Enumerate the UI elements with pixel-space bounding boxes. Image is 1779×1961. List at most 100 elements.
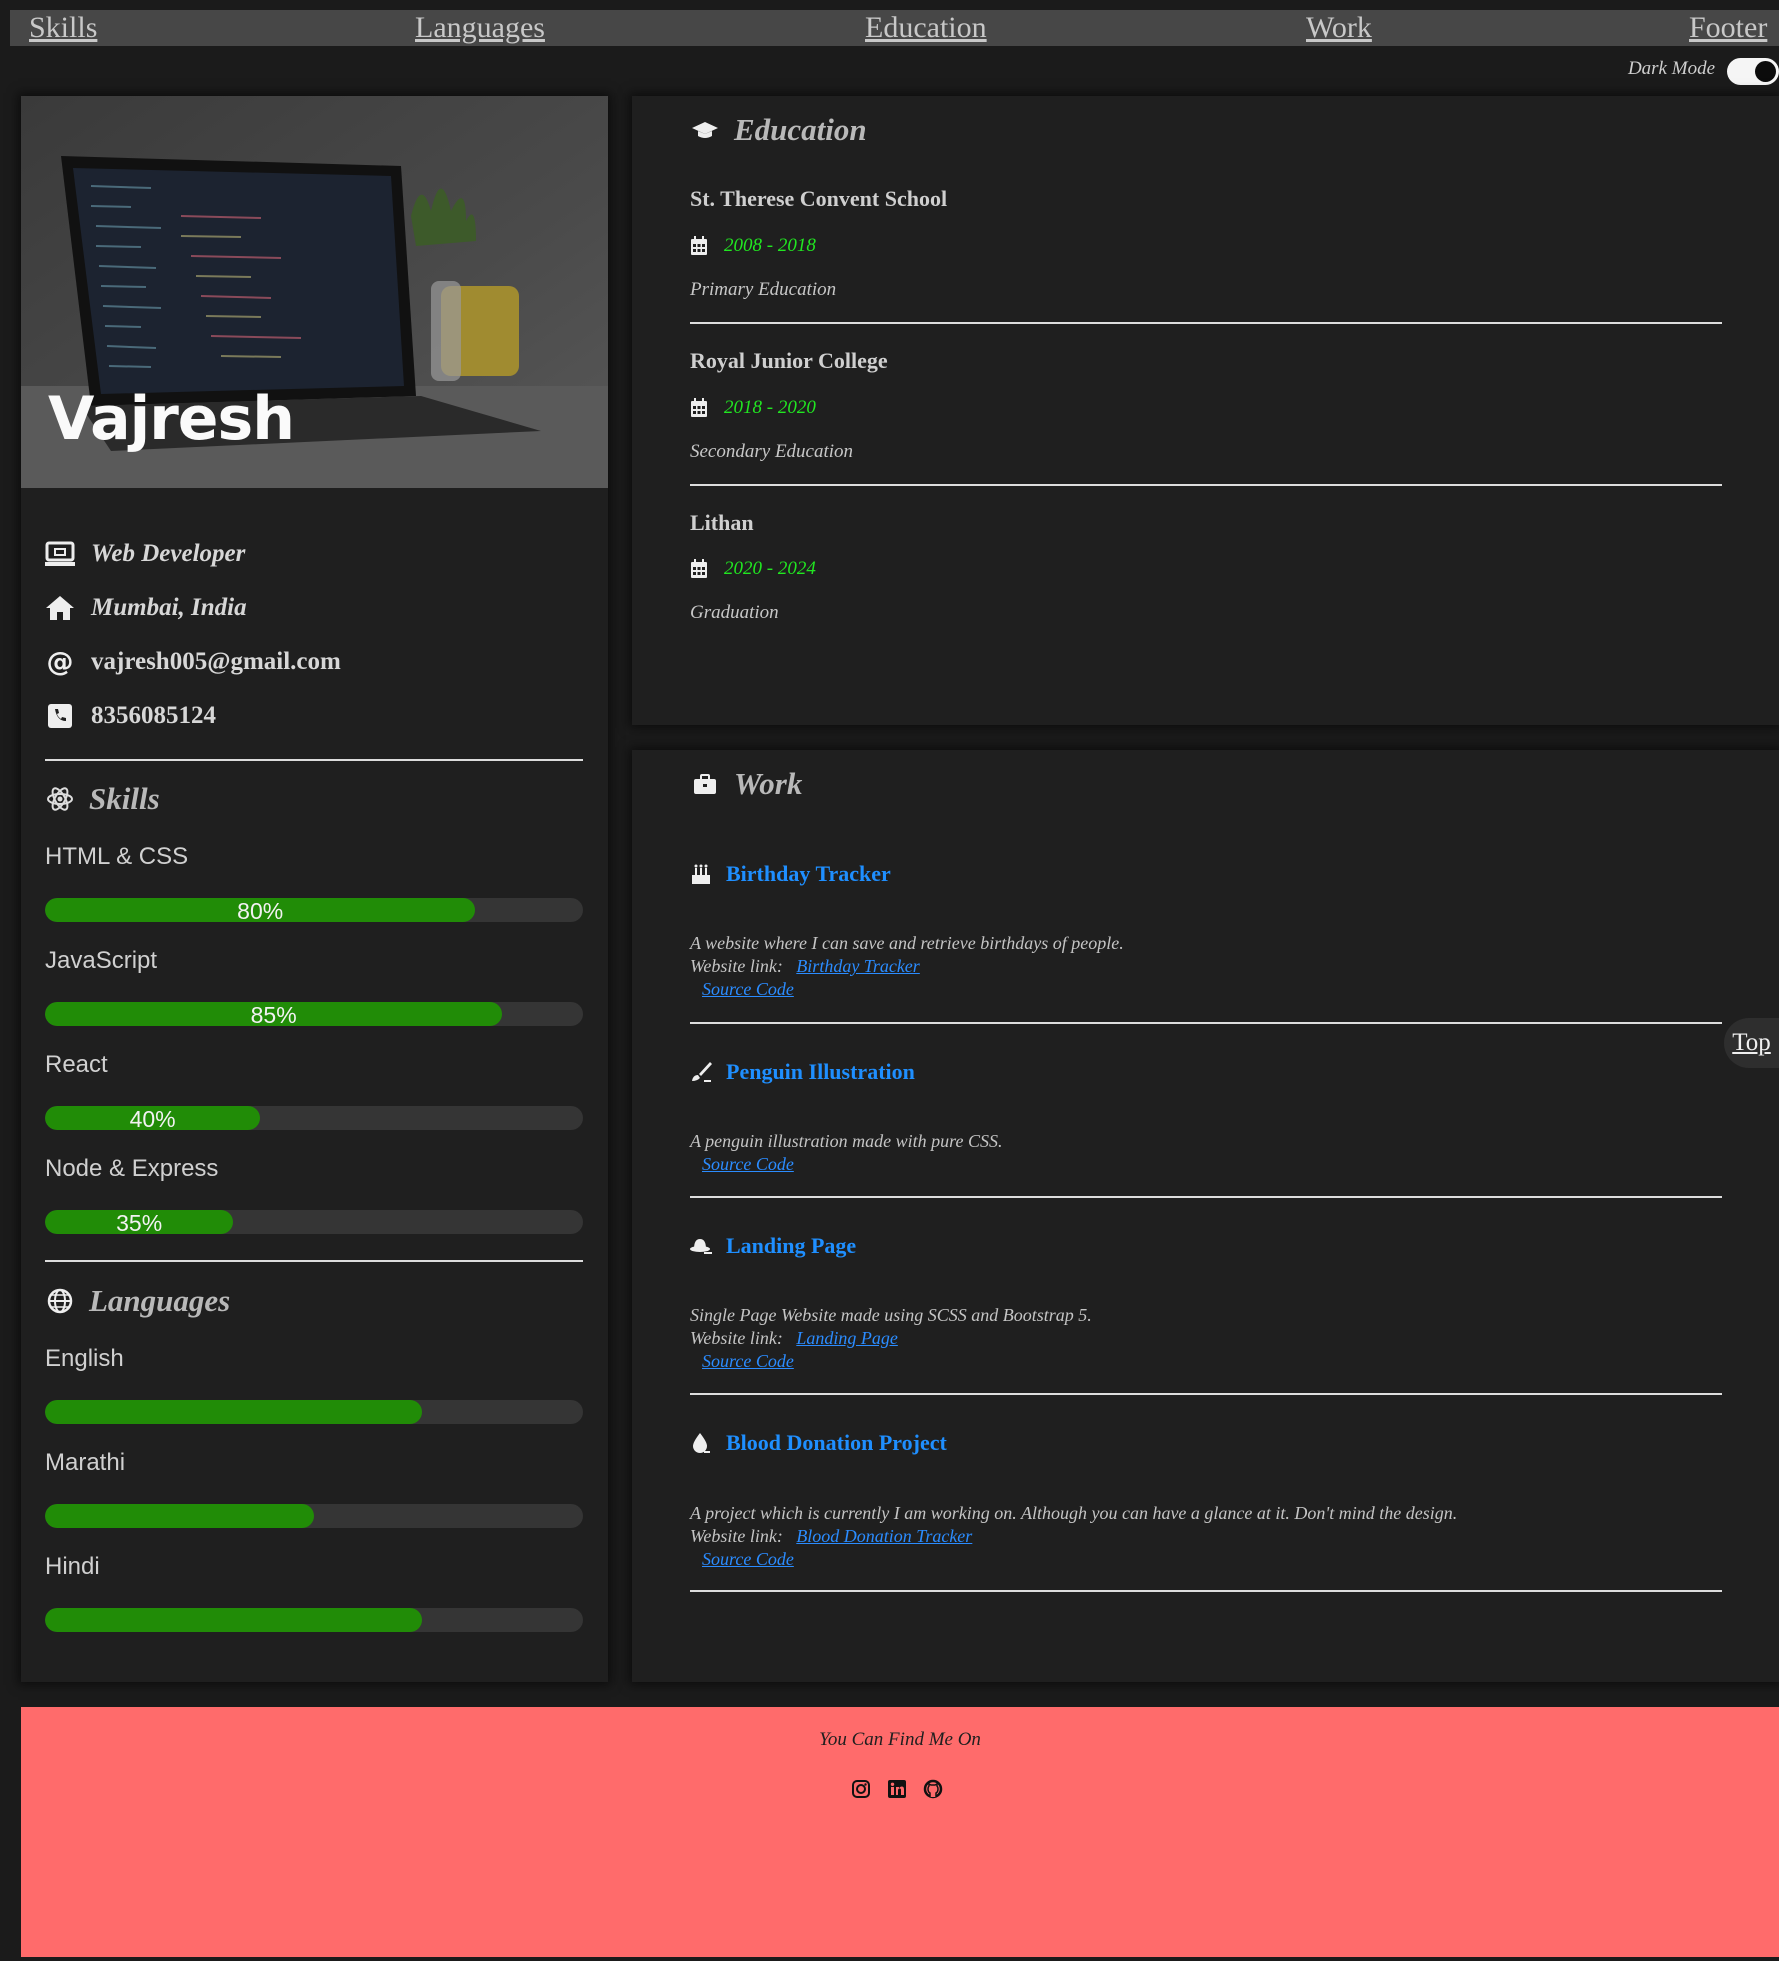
nav-link-languages[interactable]: Languages [415,11,545,45]
instagram-icon[interactable] [851,1779,871,1799]
toggle-knob [1755,61,1776,82]
skill-label: React [45,1051,108,1078]
phone-text: 8356085124 [91,702,216,729]
project-title-text: Blood Donation Project [726,1430,947,1455]
top-nav: Skills Languages Education Work Footer [10,10,1779,46]
project-title[interactable]: Penguin Illustration [690,1059,915,1085]
school-years: 2008 - 2018 [690,235,816,257]
language-bar [45,1400,583,1424]
language-bar [45,1504,583,1528]
dark-mode-label: Dark Mode [1627,58,1715,79]
years-text: 2008 - 2018 [724,235,816,256]
school-name: Royal Junior College [690,348,888,373]
skill-label: Node & Express [45,1155,219,1182]
info-row-location: Mumbai, India [45,593,247,623]
school-name: St. Therese Convent School [690,186,948,211]
skill-bar-fill: 80% [45,898,476,922]
website-link[interactable]: Landing Page [796,1328,898,1348]
project-title-text: Landing Page [726,1233,857,1258]
nav-link-education[interactable]: Education [865,11,987,45]
calendar-icon [691,236,707,255]
dark-mode-toggle[interactable] [1727,58,1779,85]
social-icons [851,1779,943,1799]
nav-link-footer[interactable]: Footer [1689,11,1767,45]
language-label: Hindi [45,1553,100,1580]
atom-icon [45,784,75,814]
hat-icon [690,1235,712,1257]
divider [45,759,583,761]
divider [690,484,1722,486]
drop-icon [690,1432,712,1454]
nav-link-work[interactable]: Work [1306,11,1372,45]
project-description: A penguin illustration made with pure CS… [690,1130,1003,1176]
school-description: Secondary Education [690,441,854,462]
skill-bar: 40% [45,1106,583,1130]
calendar-icon [691,559,707,578]
brush-icon [690,1061,712,1083]
home-icon [45,593,75,623]
profile-name: Vajresh [48,384,295,454]
language-bar-fill [45,1504,314,1528]
skills-heading: Skills [45,781,160,817]
language-bar [45,1608,583,1632]
skill-bar-fill: 85% [45,1002,503,1026]
skill-bar: 80% [45,898,583,922]
project-title[interactable]: Blood Donation Project [690,1430,947,1456]
source-code-link[interactable]: Source Code [702,1549,794,1569]
website-link[interactable]: Blood Donation Tracker [796,1526,972,1546]
briefcase-icon [690,769,720,799]
project-desc-text: A penguin illustration made with pure CS… [690,1131,1003,1151]
cake-icon [690,863,712,885]
skill-bar-fill: 40% [45,1106,261,1130]
source-code-link[interactable]: Source Code [702,1351,794,1371]
project-title[interactable]: Birthday Tracker [690,861,891,887]
project-title-text: Birthday Tracker [726,861,891,886]
divider [690,322,1722,324]
skill-bar: 35% [45,1210,583,1234]
role-text: Web Developer [91,540,246,567]
languages-title: Languages [89,1283,231,1318]
divider [690,1393,1722,1395]
at-icon: @ [46,646,74,678]
language-bar-fill [45,1608,422,1632]
school-description: Graduation [690,602,779,623]
language-label: Marathi [45,1449,126,1476]
back-to-top-button[interactable]: Top [1724,1018,1779,1068]
school-name: Lithan [690,510,754,535]
divider [45,1260,583,1262]
info-row-phone: 8356085124 [45,701,216,731]
calendar-icon [691,398,707,417]
school-years: 2020 - 2024 [690,558,816,580]
language-bar-fill [45,1400,422,1424]
skill-bar-fill: 35% [45,1210,234,1234]
languages-heading: Languages [45,1283,230,1319]
globe-icon [45,1286,75,1316]
divider [690,1590,1722,1592]
project-description: A website where I can save and retrieve … [690,932,1124,1001]
project-title[interactable]: Landing Page [690,1233,856,1259]
footer: You Can Find Me On [21,1707,1779,1957]
school-years: 2018 - 2020 [690,397,816,419]
source-code-link[interactable]: Source Code [702,979,794,999]
linkedin-icon[interactable] [887,1779,907,1799]
computer-icon [45,539,75,569]
website-link-label: Website link: [690,956,783,976]
years-text: 2018 - 2020 [724,397,816,418]
divider [690,1022,1722,1024]
school-description: Primary Education [690,279,837,300]
website-link[interactable]: Birthday Tracker [796,956,920,976]
github-icon[interactable] [923,1779,943,1799]
education-title: Education [734,112,867,147]
nav-link-skills[interactable]: Skills [29,11,97,45]
skill-label: JavaScript [45,947,158,974]
years-text: 2020 - 2024 [724,558,816,579]
info-row-email: @ vajresh005@gmail.com [45,646,341,678]
phone-icon [45,701,75,731]
source-code-link[interactable]: Source Code [702,1154,794,1174]
info-row-role: Web Developer [45,539,245,569]
skill-bar: 85% [45,1002,583,1026]
education-heading: Education [690,112,867,148]
hero-image: Vajresh [21,96,608,488]
work-heading: Work [690,766,802,802]
website-link-label: Website link: [690,1328,783,1348]
